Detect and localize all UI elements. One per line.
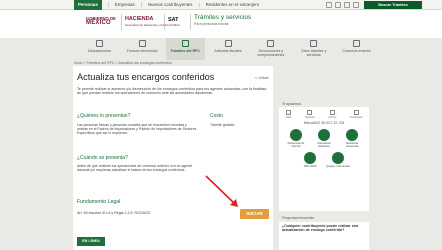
arrow-line (205, 175, 236, 205)
annotation-arrow (205, 175, 238, 207)
page: Personas | Empresas | Nuevos contribuyen… (0, 0, 442, 250)
